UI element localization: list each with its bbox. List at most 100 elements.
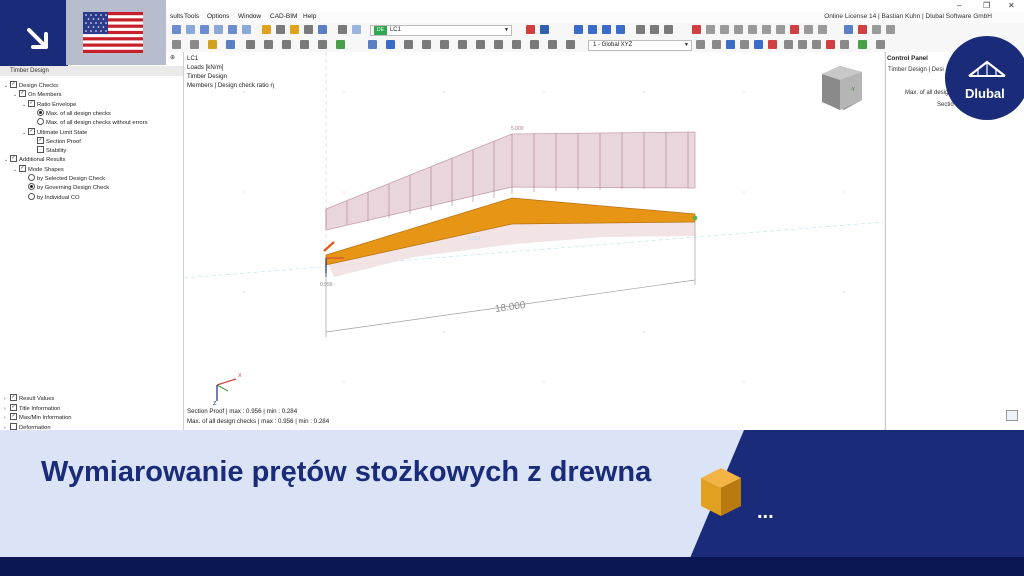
checkbox[interactable]: ✓ bbox=[10, 413, 17, 420]
us-flag-icon[interactable] bbox=[83, 12, 143, 53]
toolbar-icon[interactable] bbox=[798, 40, 807, 49]
toolbar-icon[interactable] bbox=[754, 40, 763, 49]
toolbar-icon[interactable] bbox=[696, 40, 705, 49]
toolbar-icon[interactable] bbox=[712, 40, 721, 49]
toolbar-icon[interactable] bbox=[540, 25, 549, 34]
menu-results[interactable]: sults bbox=[170, 13, 183, 20]
radio-button[interactable] bbox=[37, 118, 44, 126]
toolbar-icon[interactable] bbox=[734, 25, 743, 34]
toolbar-icon[interactable] bbox=[246, 40, 255, 49]
toolbar-icon[interactable] bbox=[858, 25, 867, 34]
tree-item[interactable]: by Individual CO bbox=[22, 192, 80, 203]
toolbar-icon[interactable] bbox=[476, 40, 485, 49]
checkbox[interactable] bbox=[10, 422, 17, 430]
toolbar-icon[interactable] bbox=[588, 25, 597, 34]
maximize-icon[interactable]: ❐ bbox=[983, 1, 990, 10]
tree-item[interactable]: ⌄ ✓ Ratio Envelope bbox=[22, 99, 76, 110]
toolbar-icon[interactable] bbox=[692, 25, 701, 34]
toolbar-icon[interactable] bbox=[172, 40, 181, 49]
toolbar-icon[interactable] bbox=[720, 25, 729, 34]
toolbar-icon[interactable] bbox=[844, 25, 853, 34]
tree-item[interactable]: Max. of all design checks without errors bbox=[31, 118, 148, 128]
tree-item[interactable]: ⌄ ✓ Design Checks bbox=[4, 81, 58, 91]
menu-tools[interactable]: Tools bbox=[184, 13, 199, 20]
toolbar-icon[interactable] bbox=[636, 25, 645, 34]
radio-button[interactable] bbox=[28, 183, 35, 191]
checkbox[interactable]: ✓ bbox=[28, 127, 35, 135]
view-select[interactable]: 1 - Global XYZ ▼ bbox=[588, 40, 692, 51]
toolbar-icon[interactable] bbox=[200, 25, 209, 34]
toolbar-icon[interactable] bbox=[818, 25, 827, 34]
toolbar-icon[interactable] bbox=[826, 40, 835, 49]
toolbar-icon[interactable] bbox=[872, 25, 881, 34]
toolbar-icon[interactable] bbox=[602, 25, 611, 34]
toolbar-icon[interactable] bbox=[318, 40, 327, 49]
toolbar-icon[interactable] bbox=[440, 40, 449, 49]
more-indicator[interactable]: ... bbox=[757, 502, 774, 522]
panel-settings-button[interactable] bbox=[1006, 410, 1018, 421]
menu-help[interactable]: Help bbox=[303, 13, 316, 20]
checkbox[interactable]: ✓ bbox=[28, 99, 35, 107]
toolbar-icon[interactable] bbox=[804, 25, 813, 34]
toolbar-icon[interactable] bbox=[840, 40, 849, 49]
menu-cad-bim[interactable]: CAD-BIM bbox=[270, 13, 297, 20]
toolbar-icon[interactable] bbox=[282, 40, 291, 49]
toolbar-icon[interactable] bbox=[226, 40, 235, 49]
checkbox[interactable]: ✓ bbox=[37, 136, 44, 144]
menu-options[interactable]: Options bbox=[207, 13, 229, 20]
toolbar-icon[interactable] bbox=[422, 40, 431, 49]
toolbar-icon[interactable] bbox=[876, 40, 885, 49]
toolbar-icon[interactable] bbox=[186, 25, 195, 34]
load-case-select[interactable]: DE LC1 ▼ bbox=[370, 25, 512, 36]
toolbar-icon[interactable] bbox=[404, 40, 413, 49]
checkbox[interactable]: ✓ bbox=[10, 81, 17, 88]
radio-button[interactable] bbox=[37, 108, 44, 116]
toolbar-icon[interactable] bbox=[784, 40, 793, 49]
tree-item[interactable]: ⌄ ✓ Ultimate Limit State bbox=[22, 127, 87, 138]
toolbar-icon[interactable] bbox=[242, 25, 251, 34]
toolbar-icon[interactable] bbox=[530, 40, 539, 49]
radio-button[interactable] bbox=[28, 192, 35, 200]
toolbar-icon[interactable] bbox=[706, 25, 715, 34]
tree-item[interactable]: ⌄ ✓ Additional Results bbox=[4, 155, 65, 165]
checkbox[interactable]: ✓ bbox=[19, 90, 26, 98]
toolbar-icon[interactable] bbox=[304, 25, 313, 34]
checkbox[interactable] bbox=[37, 146, 44, 154]
toolbar-icon[interactable] bbox=[574, 25, 583, 34]
toolbar-icon[interactable] bbox=[740, 40, 749, 49]
checkbox[interactable]: ✓ bbox=[10, 155, 17, 163]
tree-item[interactable]: Max. of all design checks bbox=[31, 108, 111, 119]
toolbar-icon[interactable] bbox=[214, 25, 223, 34]
close-icon[interactable]: ✕ bbox=[1008, 1, 1015, 10]
toolbar-icon[interactable] bbox=[812, 40, 821, 49]
toolbar-icon[interactable] bbox=[300, 40, 309, 49]
toolbar-icon[interactable] bbox=[886, 25, 895, 34]
toolbar-icon[interactable] bbox=[290, 25, 299, 34]
toolbar-icon[interactable] bbox=[228, 25, 237, 34]
toolbar-icon[interactable] bbox=[748, 25, 757, 34]
toolbar-icon[interactable] bbox=[276, 25, 285, 34]
toolbar-icon[interactable] bbox=[318, 25, 327, 34]
toolbar-icon[interactable] bbox=[664, 25, 673, 34]
tree-item[interactable]: Stability bbox=[31, 146, 66, 156]
pin-icon[interactable]: ⊕ bbox=[170, 54, 175, 61]
toolbar-icon[interactable] bbox=[208, 40, 217, 49]
toolbar-icon[interactable] bbox=[858, 40, 867, 49]
toolbar-icon[interactable] bbox=[190, 40, 199, 49]
minimize-icon[interactable]: – bbox=[957, 1, 961, 10]
toolbar-icon[interactable] bbox=[726, 40, 735, 49]
toolbar-icon[interactable] bbox=[494, 40, 503, 49]
tree-item[interactable]: ⌄ ✓ On Members bbox=[13, 90, 62, 100]
toolbar-icon[interactable] bbox=[172, 25, 181, 34]
toolbar-icon[interactable] bbox=[352, 25, 361, 34]
toolbar-icon[interactable] bbox=[768, 40, 777, 49]
toolbar-icon[interactable] bbox=[762, 25, 771, 34]
tree-item[interactable]: ⌄ ✓ Mode Shapes bbox=[13, 164, 64, 175]
checkbox[interactable]: ✓ bbox=[10, 394, 17, 401]
toolbar-icon[interactable] bbox=[616, 25, 625, 34]
toolbar-icon[interactable] bbox=[650, 25, 659, 34]
menu-window[interactable]: Window bbox=[238, 13, 261, 20]
tree-item[interactable]: by Governing Design Check bbox=[22, 183, 109, 193]
toolbar-icon[interactable] bbox=[548, 40, 557, 49]
view-cube-label[interactable]: -Y bbox=[850, 87, 855, 93]
